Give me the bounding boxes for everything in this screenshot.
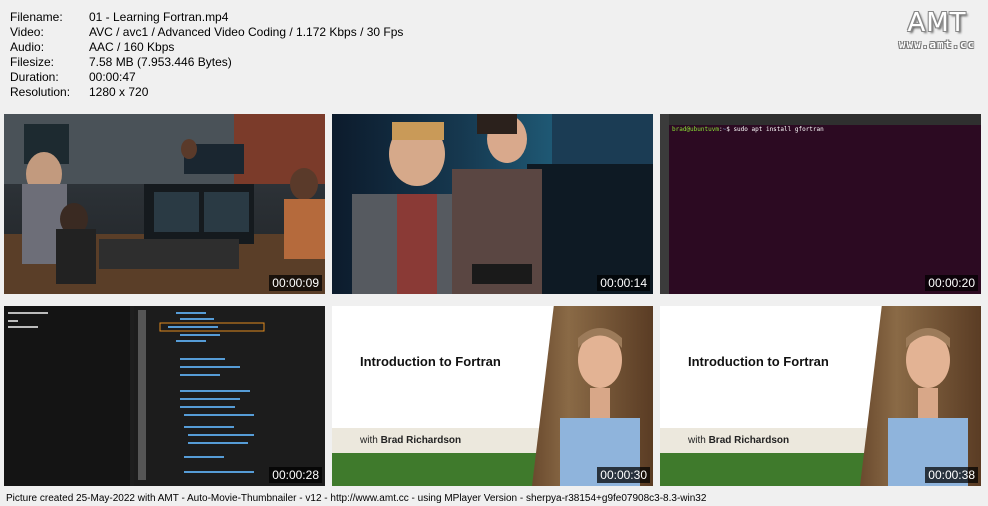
timestamp: 00:00:20 (925, 275, 978, 291)
video-value: AVC / avc1 / Advanced Video Coding / 1.1… (89, 25, 404, 39)
video-key: Video: (10, 25, 44, 39)
audio-value: AAC / 160 Kbps (89, 40, 175, 54)
amt-logo: AMT www.amt.cc (893, 8, 981, 51)
presenter-with: with (360, 435, 378, 446)
duration-value: 00:00:47 (89, 70, 136, 84)
thumbnail-1[interactable]: 00:00:09 (4, 114, 325, 294)
dock (660, 114, 669, 294)
thumbnail-5[interactable]: Introduction to Fortran with Brad Richar… (332, 306, 653, 486)
timestamp: 00:00:28 (269, 467, 322, 483)
developers-image (352, 114, 653, 294)
resolution-row: Resolution: 1280 x 720 (10, 85, 403, 100)
thumbnail-3[interactable]: brad@ubuntuvm:~$ sudo apt install gfortr… (660, 114, 981, 294)
presenter-name: Brad Richardson (708, 435, 790, 446)
thumbnail-2[interactable]: 00:00:14 (332, 114, 653, 294)
terminal-titlebar (669, 114, 981, 125)
thumbnail-6[interactable]: Introduction to Fortran with Brad Richar… (660, 306, 981, 486)
filesize-key: Filesize: (10, 55, 55, 69)
presenter-with: with (688, 435, 706, 446)
timestamp: 00:00:38 (925, 467, 978, 483)
resolution-value: 1280 x 720 (89, 85, 149, 99)
presenter-name: Brad Richardson (380, 435, 462, 446)
slide-presenter: with Brad Richardson (688, 435, 789, 446)
slide-title: Introduction to Fortran (688, 354, 829, 369)
timestamp: 00:00:09 (269, 275, 322, 291)
audio-row: Audio: AAC / 160 Kbps (10, 40, 403, 55)
video-row: Video: AVC / avc1 / Advanced Video Codin… (10, 25, 403, 40)
presenter-image (560, 328, 640, 486)
terminal-prompt: brad@ubuntuvm:~$ sudo apt install gfortr… (672, 126, 824, 133)
thumbnail-4[interactable]: 00:00:28 (4, 306, 325, 486)
footer-credit: Picture created 25-May-2022 with AMT - A… (6, 493, 707, 504)
file-info: Filename: 01 - Learning Fortran.mp4 Vide… (10, 10, 403, 100)
duration-key: Duration: (10, 70, 59, 84)
timestamp: 00:00:14 (597, 275, 650, 291)
filename-row: Filename: 01 - Learning Fortran.mp4 (10, 10, 403, 25)
audio-key: Audio: (10, 40, 45, 54)
filename-value: 01 - Learning Fortran.mp4 (89, 10, 229, 24)
code-lines (8, 310, 265, 480)
filename-key: Filename: (10, 10, 63, 24)
presenter-image (888, 328, 968, 486)
logo-url: www.amt.cc (898, 38, 976, 51)
office-scene-image (4, 114, 325, 294)
logo-title: AMT (907, 8, 967, 38)
filesize-value: 7.58 MB (7.953.446 Bytes) (89, 55, 232, 69)
resolution-key: Resolution: (10, 85, 71, 99)
filesize-row: Filesize: 7.58 MB (7.953.446 Bytes) (10, 55, 403, 70)
duration-row: Duration: 00:00:47 (10, 70, 403, 85)
slide-presenter: with Brad Richardson (360, 435, 461, 446)
terminal-command: $ sudo apt install gfortran (726, 126, 824, 133)
slide-title: Introduction to Fortran (360, 354, 501, 369)
timestamp: 00:00:30 (597, 467, 650, 483)
terminal-user: brad@ubuntuvm (672, 126, 719, 133)
